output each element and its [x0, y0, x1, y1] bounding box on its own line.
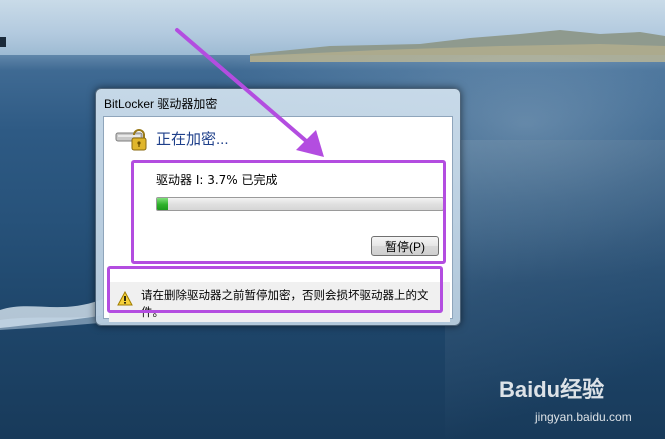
baidu-jingyan-watermark: Baidu经验 jingyan.baidu.com [499, 377, 632, 424]
desktop-icon-fragment[interactable] [0, 37, 6, 47]
dialog-titlebar[interactable]: BitLocker 驱动器加密 [96, 89, 460, 115]
dialog-title: BitLocker 驱动器加密 [104, 97, 218, 111]
dialog-header: 正在加密... [104, 117, 452, 161]
dialog-heading: 正在加密... [156, 131, 229, 148]
highlight-box-progress [131, 160, 446, 264]
highlight-box-warning [107, 266, 443, 313]
watermark-brand: Baidu经验 [499, 377, 604, 402]
bitlocker-lock-icon [115, 129, 147, 151]
watermark-url: jingyan.baidu.com [534, 410, 632, 424]
